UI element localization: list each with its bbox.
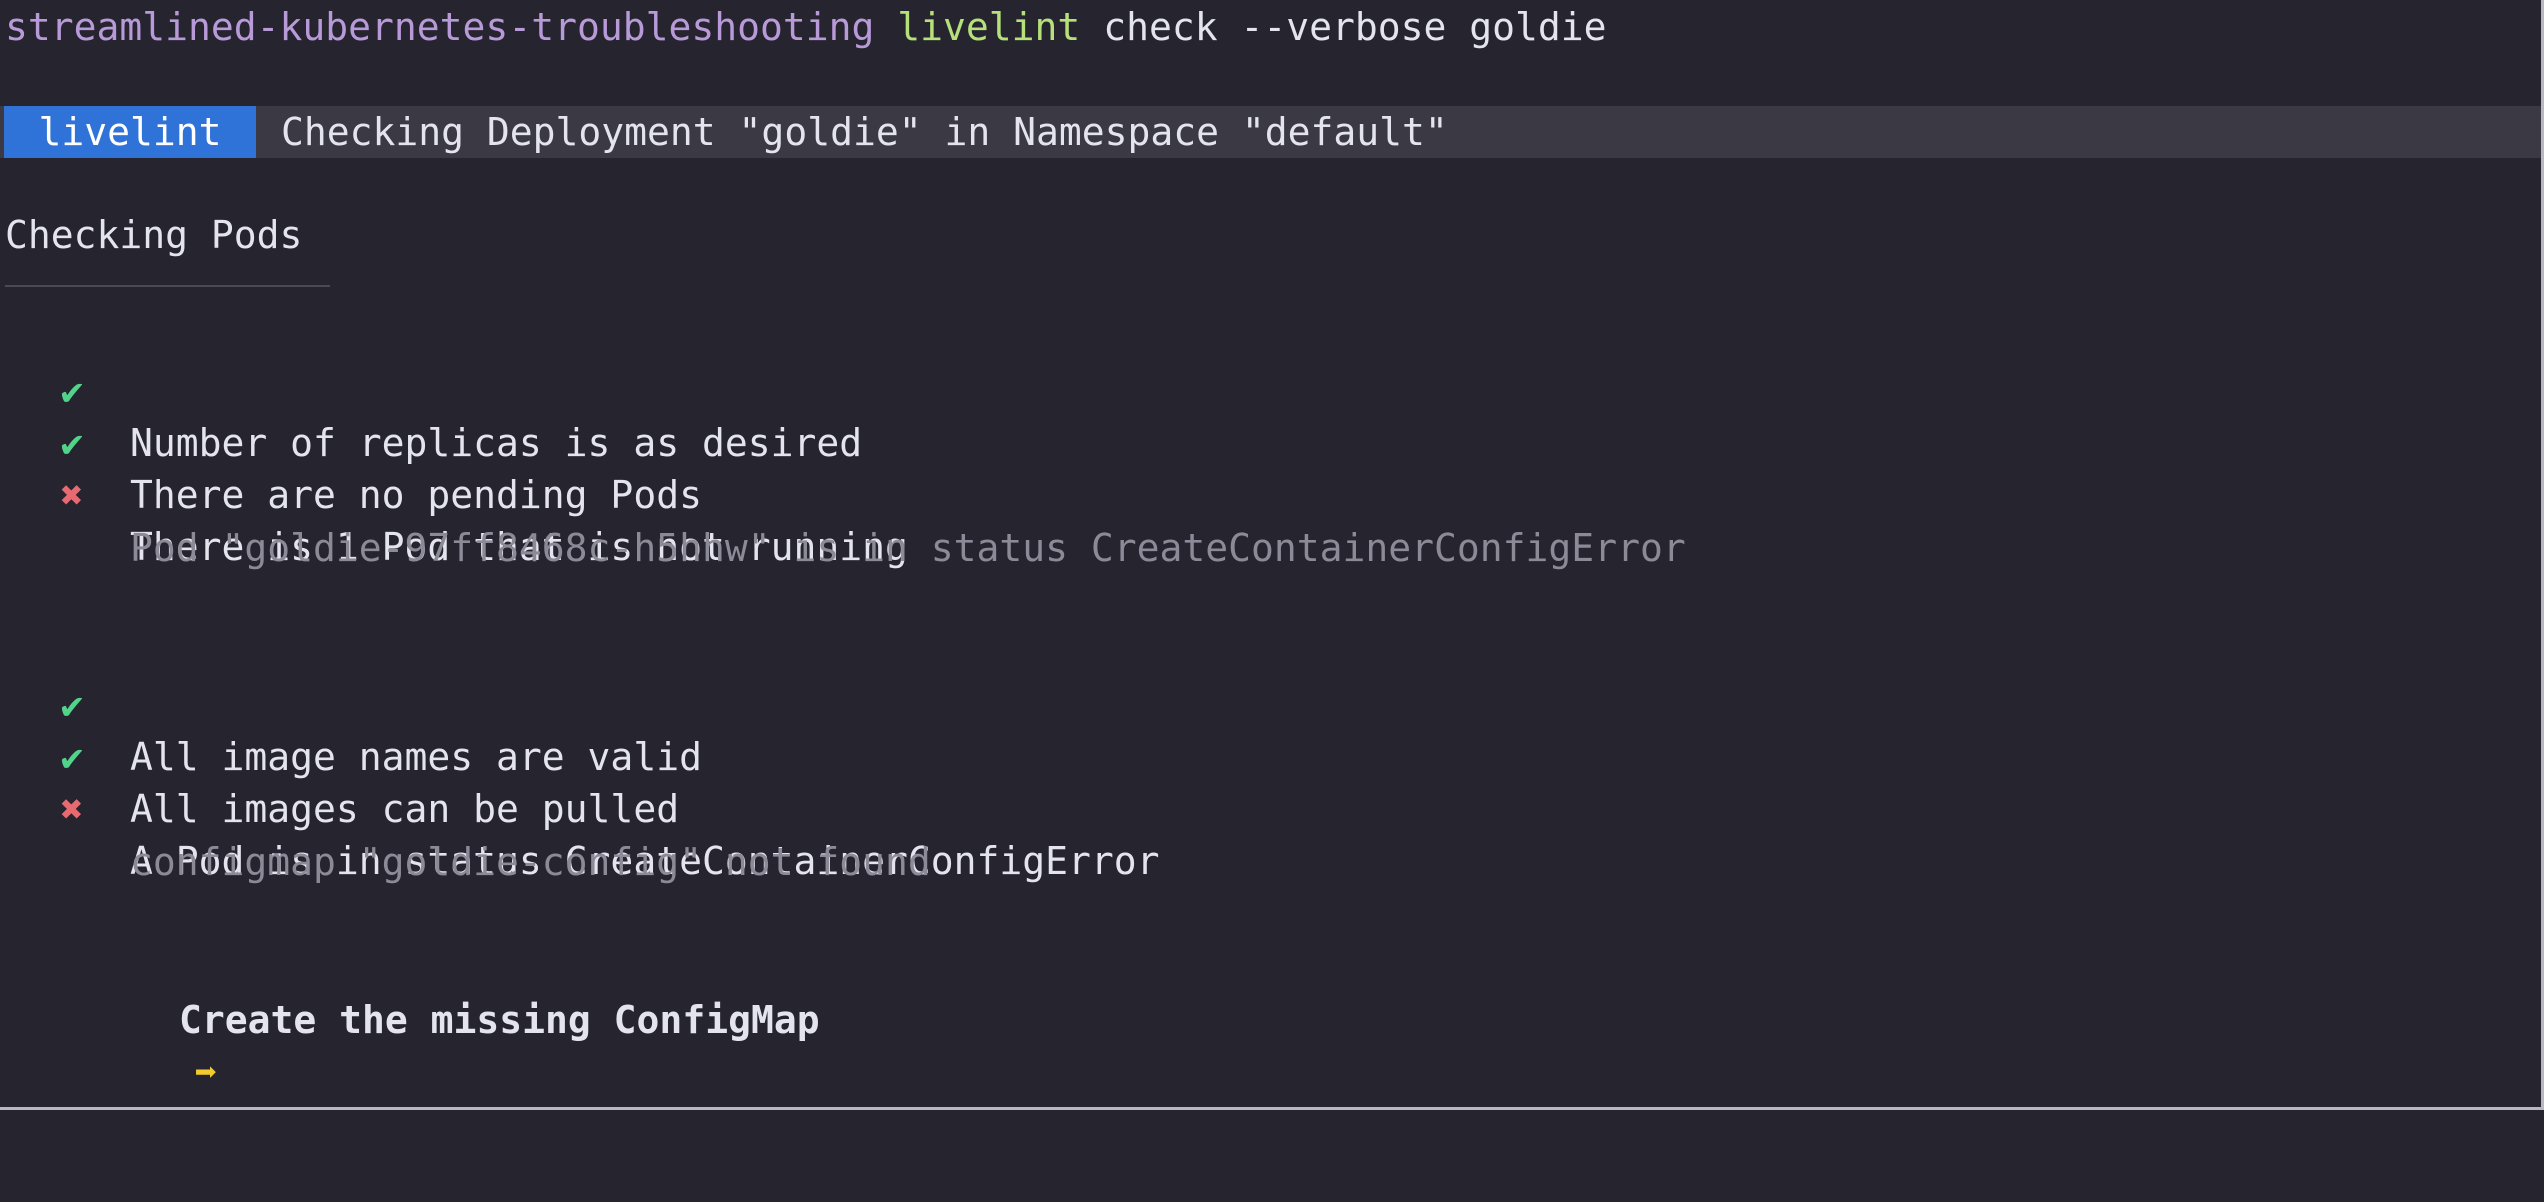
tool-badge: livelint xyxy=(4,106,256,158)
cross-icon: ✖ xyxy=(60,473,84,517)
fix-text: Create the missing ConfigMap xyxy=(179,998,820,1042)
prompt-directory: streamlined-kubernetes-troubleshooting xyxy=(5,5,875,49)
banner-message: Checking Deployment "goldie" in Namespac… xyxy=(281,110,1448,154)
check-item: ✖ There is 1 Pod that is not running xyxy=(0,417,908,569)
check-item: ✔ There are no pending Pods xyxy=(0,365,702,517)
section-divider xyxy=(5,285,330,287)
check-item: ✔ Number of replicas is as desired xyxy=(0,313,863,465)
prompt-arguments: check --verbose goldie xyxy=(1103,5,1607,49)
status-banner: livelint Checking Deployment "goldie" in… xyxy=(0,106,2541,158)
terminal-window[interactable]: streamlined-kubernetes-troubleshooting l… xyxy=(0,0,2544,1110)
check-item: ✔ All image names are valid xyxy=(0,627,702,779)
prompt-command: livelint xyxy=(897,5,1081,49)
check-item: ✖ A Pod is in status CreateContainerConf… xyxy=(0,731,1160,883)
section-title: Checking Pods xyxy=(5,213,303,257)
suggested-fix: ➡ Create the missing ConfigMap xyxy=(103,994,820,1202)
check-text: There are no pending Pods xyxy=(130,473,702,517)
check-text: All image names are valid xyxy=(130,735,702,779)
command-prompt-line: streamlined-kubernetes-troubleshooting l… xyxy=(5,1,1607,53)
cross-icon: ✖ xyxy=(60,787,84,831)
check-item: ✔ All images can be pulled xyxy=(0,679,680,831)
check-text: Number of replicas is as desired xyxy=(130,421,863,465)
check-text: All images can be pulled xyxy=(130,787,680,831)
error-detail: configmap "goldie-config" not found xyxy=(130,840,931,884)
error-detail: Pod "goldie-97ff8468c-h5hhw" is in statu… xyxy=(130,526,1686,570)
arrow-right-icon: ➡ xyxy=(194,1050,218,1094)
